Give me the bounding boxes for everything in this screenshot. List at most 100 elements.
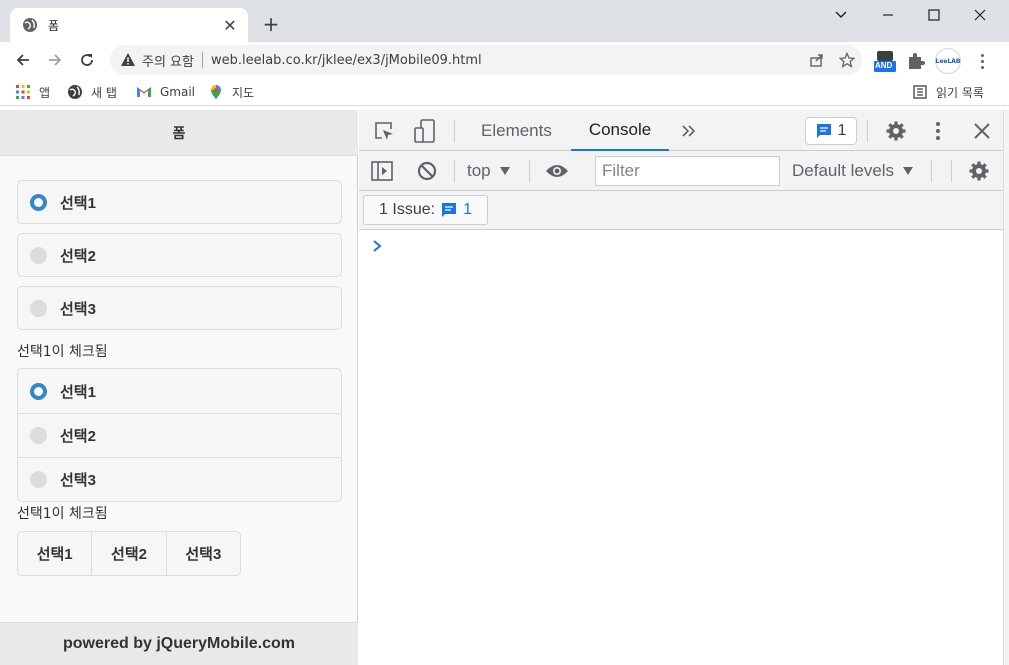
log-levels-dropdown[interactable]: Default levels <box>792 159 914 183</box>
bookmark-new-tab[interactable]: 새 탭 <box>67 82 117 102</box>
tab-console[interactable]: Console <box>571 110 669 151</box>
bookmark-gmail[interactable]: Gmail <box>136 82 195 102</box>
minimize-button[interactable] <box>865 4 911 26</box>
globe-icon <box>68 85 82 99</box>
chevron-down-icon <box>835 11 847 18</box>
back-button[interactable] <box>7 44 39 76</box>
reload-button[interactable] <box>71 44 103 76</box>
status-text-2: 선택1이 체크됨 <box>17 506 108 522</box>
context-selector[interactable]: top <box>467 159 511 183</box>
show-sidebar-button[interactable] <box>369 159 395 183</box>
radio-checked-icon <box>30 382 47 400</box>
dropdown-triangle-icon <box>903 167 914 175</box>
radio-unchecked-icon <box>30 427 47 444</box>
arrow-left-icon <box>16 54 29 66</box>
issues-bar: 1 Issue: 1 <box>359 191 1003 230</box>
close-icon <box>974 123 990 139</box>
radio-option-2[interactable]: 선택2 <box>18 413 341 457</box>
radio-label: 선택3 <box>60 472 96 489</box>
arrow-right-icon <box>49 54 62 66</box>
inspect-element-button[interactable] <box>371 119 397 143</box>
browser-tab[interactable]: 폼 ✕ <box>10 8 248 42</box>
console-prompt-icon[interactable] <box>372 237 382 256</box>
vertical-dots-icon <box>936 122 940 140</box>
forward-button[interactable] <box>39 44 71 76</box>
bookmark-gmail-label: Gmail <box>160 85 196 99</box>
block-icon <box>417 161 437 181</box>
settings-button[interactable] <box>883 119 909 143</box>
bookmarks-bar: 앱 새 탭 Gmail 지도 읽기 목록 <box>0 78 1009 106</box>
page-viewport: 폼 선택1 선택2 선택3 선택1이 체크됨 선택1 선택2 선택3 선택1이 … <box>0 110 358 665</box>
levels-label: Default levels <box>792 161 895 180</box>
and-extension-button[interactable]: AND <box>873 49 897 73</box>
radio-unchecked-icon <box>30 471 47 488</box>
extensions-button[interactable] <box>905 50 927 72</box>
console-filter-input[interactable]: Filter <box>595 156 780 186</box>
gmail-icon <box>137 87 151 97</box>
divider <box>529 160 530 182</box>
bookmark-apps-label: 앱 <box>39 85 51 100</box>
share-button[interactable] <box>802 45 832 75</box>
console-settings-button[interactable] <box>966 159 992 183</box>
radio-label: 선택2 <box>60 247 96 265</box>
tab-elements[interactable]: Elements <box>481 110 552 151</box>
more-tabs-button[interactable] <box>677 119 701 143</box>
chevron-right-icon <box>373 240 382 252</box>
reading-list-icon <box>913 85 927 99</box>
window-expand-button[interactable] <box>818 4 864 26</box>
radio-unchecked-icon <box>30 246 47 264</box>
puzzle-icon <box>909 53 925 69</box>
reading-list-label: 읽기 목록 <box>936 85 984 100</box>
segment-option-1[interactable]: 선택1 <box>18 532 91 575</box>
radio-label: 선택3 <box>60 300 96 318</box>
page-footer: powered by jQueryMobile.com <box>0 622 358 665</box>
reading-list-button[interactable]: 읽기 목록 <box>912 82 984 102</box>
divider <box>951 160 952 182</box>
tab-title: 폼 <box>48 18 60 33</box>
bookmark-apps[interactable]: 앱 <box>15 82 50 102</box>
close-tab-icon[interactable]: ✕ <box>222 16 238 35</box>
customize-menu-button[interactable] <box>927 119 949 143</box>
segment-option-2[interactable]: 선택2 <box>91 532 165 575</box>
warning-icon[interactable] <box>120 52 136 68</box>
browser-menu-button[interactable] <box>970 48 994 74</box>
radio-option-2[interactable]: 선택2 <box>17 233 342 277</box>
bookmark-maps[interactable]: 지도 <box>208 82 254 102</box>
issues-count: 1 <box>837 122 847 139</box>
apps-grid-icon <box>16 85 30 99</box>
issues-counter-button[interactable]: 1 <box>805 117 857 145</box>
url-text[interactable]: web.leelab.co.kr/jklee/ex3/jMobile09.htm… <box>211 53 802 68</box>
radio-option-3[interactable]: 선택3 <box>18 457 341 501</box>
radio-option-1[interactable]: 선택1 <box>18 369 341 413</box>
gear-icon <box>886 121 906 141</box>
radio-label: 선택2 <box>60 428 96 445</box>
radio-option-1[interactable]: 선택1 <box>17 180 342 224</box>
live-expression-button[interactable] <box>543 159 571 183</box>
radio-checked-icon <box>30 193 47 211</box>
divider <box>931 160 932 182</box>
leelab-profile-button[interactable]: LeeLAB <box>935 48 961 74</box>
security-label[interactable]: 주의 요함 <box>142 51 194 70</box>
devtools-panel: Elements Console 1 top Filter Default le… <box>359 110 1003 665</box>
close-icon <box>974 9 986 21</box>
close-window-button[interactable] <box>957 4 1003 26</box>
clear-console-button[interactable] <box>414 159 440 183</box>
dot-icon <box>980 59 984 63</box>
new-tab-button[interactable]: + <box>261 13 281 35</box>
map-pin-icon <box>211 85 221 99</box>
address-bar[interactable]: 주의 요함 web.leelab.co.kr/jklee/ex3/jMobile… <box>110 45 862 75</box>
close-devtools-button[interactable] <box>969 119 995 143</box>
segment-option-3[interactable]: 선택3 <box>165 532 240 575</box>
radio-unchecked-icon <box>30 299 47 317</box>
globe-icon <box>23 18 37 32</box>
browser-toolbar: 주의 요함 web.leelab.co.kr/jklee/ex3/jMobile… <box>0 42 1009 78</box>
device-toggle-icon <box>414 119 435 143</box>
console-toolbar: top Filter Default levels <box>359 151 1003 191</box>
scrollbar[interactable] <box>1003 110 1009 665</box>
radio-option-3[interactable]: 선택3 <box>17 286 342 330</box>
maximize-button[interactable] <box>911 4 957 26</box>
device-toolbar-button[interactable] <box>411 118 439 144</box>
bookmark-star-button[interactable] <box>832 45 862 75</box>
issues-chip[interactable]: 1 Issue: 1 <box>363 195 488 225</box>
radio-controlgroup-vertical: 선택1 선택2 선택3 <box>17 368 342 502</box>
